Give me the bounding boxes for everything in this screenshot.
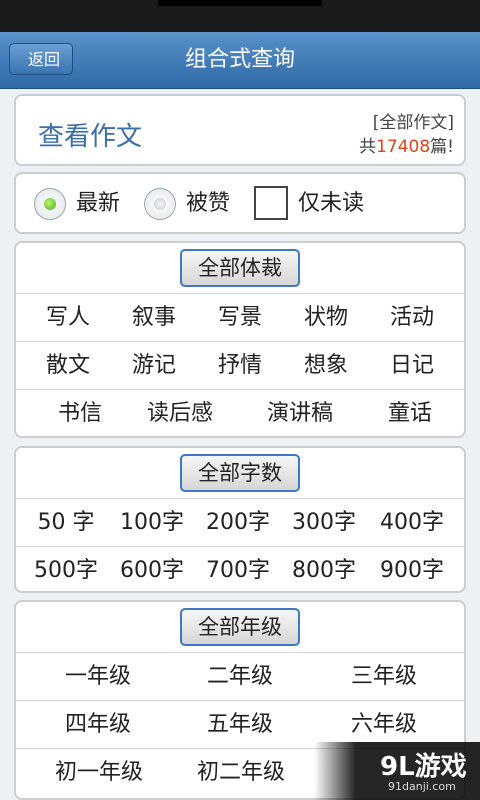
count-number: 17408	[376, 137, 431, 157]
genre-option[interactable]: 抒情	[196, 342, 284, 390]
genre-option[interactable]: 读后感	[130, 390, 230, 438]
words-option[interactable]: 200字	[194, 499, 282, 547]
grade-option[interactable]: 三年级	[324, 653, 444, 701]
words-option[interactable]: 800字	[280, 547, 368, 595]
latest-radio[interactable]	[34, 188, 66, 220]
genre-option[interactable]: 书信	[30, 390, 130, 438]
words-option[interactable]: 500字	[22, 547, 110, 595]
radio-unselected-icon	[154, 198, 166, 210]
words-option[interactable]: 600字	[108, 547, 196, 595]
grade-option[interactable]: 初二年级	[176, 749, 306, 797]
count-label: 共17408篇!	[359, 132, 454, 157]
words-option[interactable]: 100字	[108, 499, 196, 547]
count-prefix: 共	[359, 137, 377, 157]
words-row: 500字 600字 700字 800字 900字	[16, 546, 464, 595]
genre-option[interactable]: 日记	[368, 342, 456, 390]
genre-option[interactable]: 活动	[368, 294, 456, 342]
back-button[interactable]: 返回	[9, 43, 73, 75]
status-bar	[0, 0, 480, 32]
scope-label: [全部作文]	[372, 113, 454, 133]
grade-all-button[interactable]: 全部年级	[180, 608, 300, 646]
grade-option[interactable]: 一年级	[38, 653, 158, 701]
genre-option[interactable]: 游记	[110, 342, 198, 390]
watermark-url: 91danji.com	[388, 780, 456, 793]
genre-row: 散文 游记 抒情 想象 日记	[16, 341, 464, 390]
radio-selected-icon	[44, 198, 56, 210]
watermark-brand: 9L游戏	[380, 752, 467, 782]
title-bar: 组合式查询 返回	[0, 32, 480, 89]
genre-option[interactable]: 想象	[282, 342, 370, 390]
genre-row: 写人 叙事 写景 状物 活动	[16, 293, 464, 342]
words-row: 50 字 100字 200字 300字 400字	[16, 498, 464, 547]
latest-label[interactable]: 最新	[76, 188, 120, 220]
summary-card: 查看作文 [全部作文] 共17408篇!	[14, 94, 466, 166]
genre-option[interactable]: 叙事	[110, 294, 198, 342]
liked-radio[interactable]	[144, 188, 176, 220]
unread-checkbox[interactable]	[254, 186, 288, 220]
genre-row: 书信 读后感 演讲稿 童话	[16, 389, 464, 438]
words-option[interactable]: 700字	[194, 547, 282, 595]
genre-option[interactable]: 散文	[24, 342, 112, 390]
word-count-section: 全部字数 50 字 100字 200字 300字 400字 500字 600字 …	[14, 446, 466, 593]
status-notch	[158, 0, 322, 6]
words-option[interactable]: 50 字	[22, 499, 110, 547]
genre-option[interactable]: 童话	[360, 390, 460, 438]
liked-label[interactable]: 被赞	[186, 188, 230, 220]
unread-label[interactable]: 仅未读	[298, 188, 364, 220]
grade-option[interactable]: 二年级	[180, 653, 300, 701]
words-option[interactable]: 900字	[368, 547, 456, 595]
count-suffix: 篇!	[430, 137, 454, 157]
view-title: 查看作文	[38, 122, 143, 152]
words-option[interactable]: 300字	[280, 499, 368, 547]
genre-section: 全部体裁 写人 叙事 写景 状物 活动 散文 游记 抒情 想象 日记 书信 读后…	[14, 241, 466, 438]
words-option[interactable]: 400字	[368, 499, 456, 547]
genre-option[interactable]: 演讲稿	[250, 390, 350, 438]
grade-option[interactable]: 四年级	[38, 701, 158, 749]
sort-filter-card: 最新 被赞 仅未读	[14, 172, 466, 234]
genre-option[interactable]: 状物	[282, 294, 370, 342]
grade-row: 一年级 二年级 三年级	[16, 652, 464, 701]
words-all-button[interactable]: 全部字数	[180, 454, 300, 492]
genre-all-button[interactable]: 全部体裁	[180, 249, 300, 287]
genre-option[interactable]: 写人	[24, 294, 112, 342]
back-button-label: 返回	[27, 50, 60, 69]
grade-option[interactable]: 五年级	[180, 701, 300, 749]
grade-option[interactable]: 初一年级	[34, 749, 164, 797]
genre-option[interactable]: 写景	[196, 294, 284, 342]
